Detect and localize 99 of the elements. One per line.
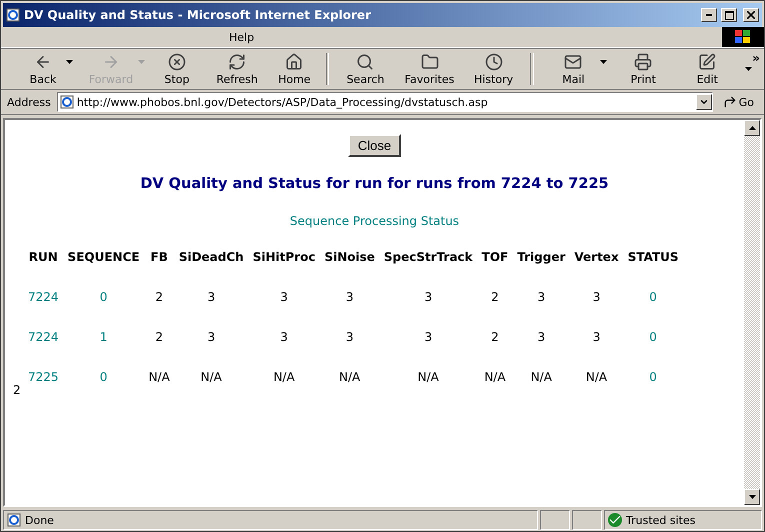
table-cell-text: N/A	[272, 370, 296, 386]
table-cell-text: 3	[536, 290, 546, 306]
table-cell-text: 2	[490, 330, 500, 346]
logo-icon	[722, 27, 764, 47]
close-icon	[747, 11, 755, 19]
maximize-button[interactable]	[721, 8, 737, 22]
minimize-icon	[706, 14, 712, 16]
stop-button[interactable]: Stop	[146, 50, 208, 88]
table-cell-text: 3	[592, 290, 602, 306]
column-header: STATUS	[628, 250, 679, 266]
address-field[interactable]: http://www.phobos.bnl.gov/Detectors/ASP/Data_Processing/dvstatusch.asp	[56, 92, 713, 112]
favorites-icon	[420, 52, 439, 70]
table-cell-text: N/A	[584, 370, 608, 386]
column-header: TOF	[482, 250, 508, 266]
column-header: SiNoise	[324, 250, 375, 266]
table-cell-text: N/A	[338, 370, 362, 386]
caret-icon[interactable]	[66, 60, 74, 64]
refresh-icon	[228, 52, 246, 70]
table-cell-text: 3	[344, 330, 354, 346]
table-cell-text: N/A	[200, 370, 223, 386]
column-header: FB	[150, 250, 169, 266]
down-arrow-icon	[748, 495, 756, 499]
dropdown-button[interactable]	[696, 94, 712, 110]
cell-link[interactable]: 0	[628, 330, 679, 370]
mail-button[interactable]: Mail	[538, 50, 610, 88]
zone-text: Trusted sites	[626, 514, 696, 526]
minimize-button[interactable]	[701, 8, 717, 22]
page-text: 2	[13, 383, 21, 397]
scroll-up-button[interactable]	[744, 120, 760, 136]
cell-link[interactable]: 0	[628, 370, 679, 410]
column-header: Vertex	[574, 250, 619, 266]
cell-link[interactable]: 0	[68, 290, 140, 330]
table-cell-text: 3	[279, 290, 289, 306]
page-subheading: Sequence Processing Status	[290, 214, 460, 228]
refresh-button[interactable]: Refresh	[207, 50, 268, 88]
table-cell-text: 2	[154, 290, 164, 306]
more-button[interactable]: »	[752, 51, 760, 65]
address-label: Address	[6, 96, 52, 108]
cell-link[interactable]: 7224	[28, 290, 59, 330]
column-header: SpecStrTrack	[384, 250, 473, 266]
table-cell-text: 3	[423, 330, 434, 346]
page-icon	[60, 95, 74, 109]
close-page-button[interactable]: Close	[348, 134, 402, 157]
table-cell-text: 3	[344, 290, 354, 306]
close-button[interactable]	[743, 8, 759, 22]
arrow-icon	[722, 95, 737, 109]
caret-icon[interactable]	[600, 60, 608, 64]
back-button[interactable]: Back	[11, 50, 76, 88]
favorites-button[interactable]: Favorites	[398, 50, 462, 88]
table-cell-text: 3	[536, 330, 546, 346]
check-icon	[608, 513, 622, 527]
page-heading: DV Quality and Status for run for runs from 7224 to 7225	[140, 176, 609, 192]
caret-icon	[698, 97, 709, 107]
cell-link[interactable]: 1	[68, 330, 140, 370]
column-header: SiDeadCh	[178, 250, 244, 266]
go-button[interactable]: Go	[716, 95, 760, 109]
mail-icon	[564, 52, 582, 70]
table-cell-text: 2	[154, 330, 164, 346]
table-cell-text: 3	[206, 330, 216, 346]
table-cell-text: N/A	[416, 370, 440, 386]
table-cell-text: N/A	[530, 370, 553, 386]
edit-button[interactable]: Edit	[677, 50, 738, 88]
scroll-down-button[interactable]	[744, 489, 760, 505]
cell-link[interactable]: 7224	[28, 330, 59, 370]
table-cell-text: 3	[279, 330, 289, 346]
column-header: Trigger	[517, 250, 566, 266]
history-button[interactable]: History	[462, 50, 526, 88]
edit-icon	[698, 52, 716, 70]
search-button[interactable]: Search	[333, 50, 398, 88]
table-cell-text: N/A	[148, 370, 170, 386]
browser-icon	[6, 8, 20, 22]
home-icon	[285, 52, 304, 70]
cell-link[interactable]: 7225	[28, 370, 59, 410]
maximize-icon	[724, 10, 734, 20]
home-button[interactable]: Home	[267, 50, 322, 88]
table-cell-text: N/A	[483, 370, 507, 386]
table-cell-text: 3	[423, 290, 434, 306]
status-pane	[540, 510, 570, 530]
table-cell-text: 3	[592, 330, 602, 346]
stop-icon	[168, 52, 186, 70]
history-icon	[484, 52, 503, 70]
print-button[interactable]: Print	[609, 50, 678, 88]
table-cell-text: 2	[490, 290, 500, 306]
up-arrow-icon	[748, 126, 756, 130]
window-title: DV Quality and Status - Microsoft Internet Explorer	[24, 8, 372, 22]
column-header: RUN	[28, 250, 59, 266]
print-icon	[634, 52, 652, 70]
cell-link[interactable]: 0	[628, 290, 679, 330]
status-pane	[572, 510, 602, 530]
table-cell-text: 3	[206, 290, 216, 306]
scrollbar[interactable]	[744, 120, 760, 505]
column-header: SEQUENCE	[68, 250, 140, 266]
caret-icon[interactable]	[745, 67, 752, 71]
page-icon	[7, 513, 21, 527]
menu-item[interactable]: Help	[223, 30, 260, 44]
column-header: SiHitProc	[252, 250, 316, 266]
search-icon	[356, 52, 374, 70]
cell-link[interactable]: 0	[68, 370, 140, 410]
status-text: Done	[25, 514, 54, 526]
